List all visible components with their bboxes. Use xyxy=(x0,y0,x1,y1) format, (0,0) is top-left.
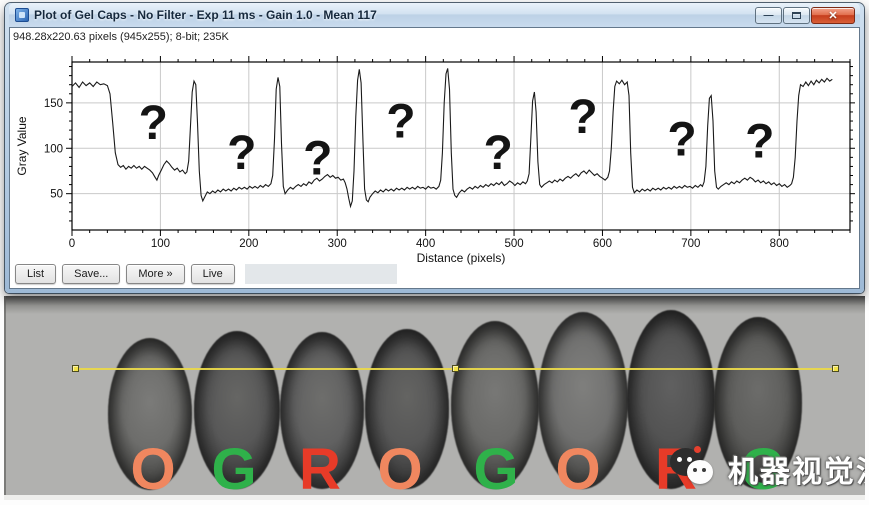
capsule-color-label: G xyxy=(473,437,519,500)
gray-value-profile-plot: 0 100 200 300 400 500 600 700 800 50 100 150 Distanc… xyxy=(15,56,855,265)
x-tick-label: 100 xyxy=(151,238,170,250)
live-button[interactable]: Live xyxy=(190,264,235,284)
y-tick-label: 100 xyxy=(44,143,63,155)
plot-button-row: List Save... More » Live xyxy=(15,264,397,284)
watermark: 机器视觉沙龙 xyxy=(670,446,865,492)
question-mark-annotation: ? xyxy=(303,133,332,186)
question-mark-annotation: ? xyxy=(745,115,774,168)
capsule-color-label: G xyxy=(211,437,257,500)
x-axis-label: Distance (pixels) xyxy=(417,251,506,265)
capsule-color-label: O xyxy=(377,437,423,500)
live-status-area xyxy=(244,264,397,284)
save-button[interactable]: Save... xyxy=(62,264,121,284)
question-mark-annotation: ? xyxy=(227,127,256,180)
maximize-button[interactable] xyxy=(783,7,810,24)
capsule-color-label: O xyxy=(130,437,176,500)
x-tick-label: 300 xyxy=(328,238,347,250)
y-axis-label: Gray Value xyxy=(15,116,29,175)
x-tick-label: 700 xyxy=(681,238,700,250)
imagej-icon xyxy=(15,8,29,22)
question-mark-annotation: ? xyxy=(483,127,512,180)
profile-curve xyxy=(71,68,833,209)
roi-handle[interactable] xyxy=(452,365,459,372)
roi-handle[interactable] xyxy=(72,365,79,372)
x-tick-label: 600 xyxy=(593,238,612,250)
capsule-color-label: R xyxy=(299,437,341,500)
maximize-icon xyxy=(792,12,801,19)
image-left-edge xyxy=(4,296,6,500)
more-button[interactable]: More » xyxy=(126,264,185,284)
question-mark-annotation: ? xyxy=(667,114,696,167)
roi-handle[interactable] xyxy=(832,365,839,372)
plot-frame xyxy=(71,61,851,231)
x-tick-label: 500 xyxy=(504,238,523,250)
list-button[interactable]: List xyxy=(15,264,57,284)
question-mark-annotation: ? xyxy=(139,97,168,150)
image-info-text: 948.28x220.63 pixels (945x255); 8-bit; 2… xyxy=(13,31,229,43)
wechat-icon xyxy=(670,446,722,492)
x-tick-label: 800 xyxy=(770,238,789,250)
window-title: Plot of Gel Caps - No Filter - Exp 11 ms… xyxy=(34,8,377,22)
x-tick-label: 0 xyxy=(69,238,75,250)
watermark-text: 机器视觉沙龙 xyxy=(728,456,865,489)
close-button[interactable]: ✕ xyxy=(811,7,855,24)
y-tick-label: 50 xyxy=(50,189,63,201)
question-mark-annotation: ? xyxy=(386,95,415,148)
capsule-color-label: O xyxy=(555,437,601,500)
minimize-button[interactable]: — xyxy=(755,7,782,24)
plot-content-area: 948.28x220.63 pixels (945x255); 8-bit; 2… xyxy=(9,27,860,289)
title-bar[interactable]: Plot of Gel Caps - No Filter - Exp 11 ms… xyxy=(9,3,860,27)
x-tick-label: 400 xyxy=(416,238,435,250)
gel-caps-image: OGROGORG 机器视觉沙龙 xyxy=(4,296,865,500)
image-top-shade xyxy=(4,296,865,314)
question-mark-annotation: ? xyxy=(568,91,597,144)
x-tick-label: 200 xyxy=(239,238,258,250)
plot-window: Plot of Gel Caps - No Filter - Exp 11 ms… xyxy=(5,3,864,293)
y-tick-label: 150 xyxy=(44,98,63,110)
